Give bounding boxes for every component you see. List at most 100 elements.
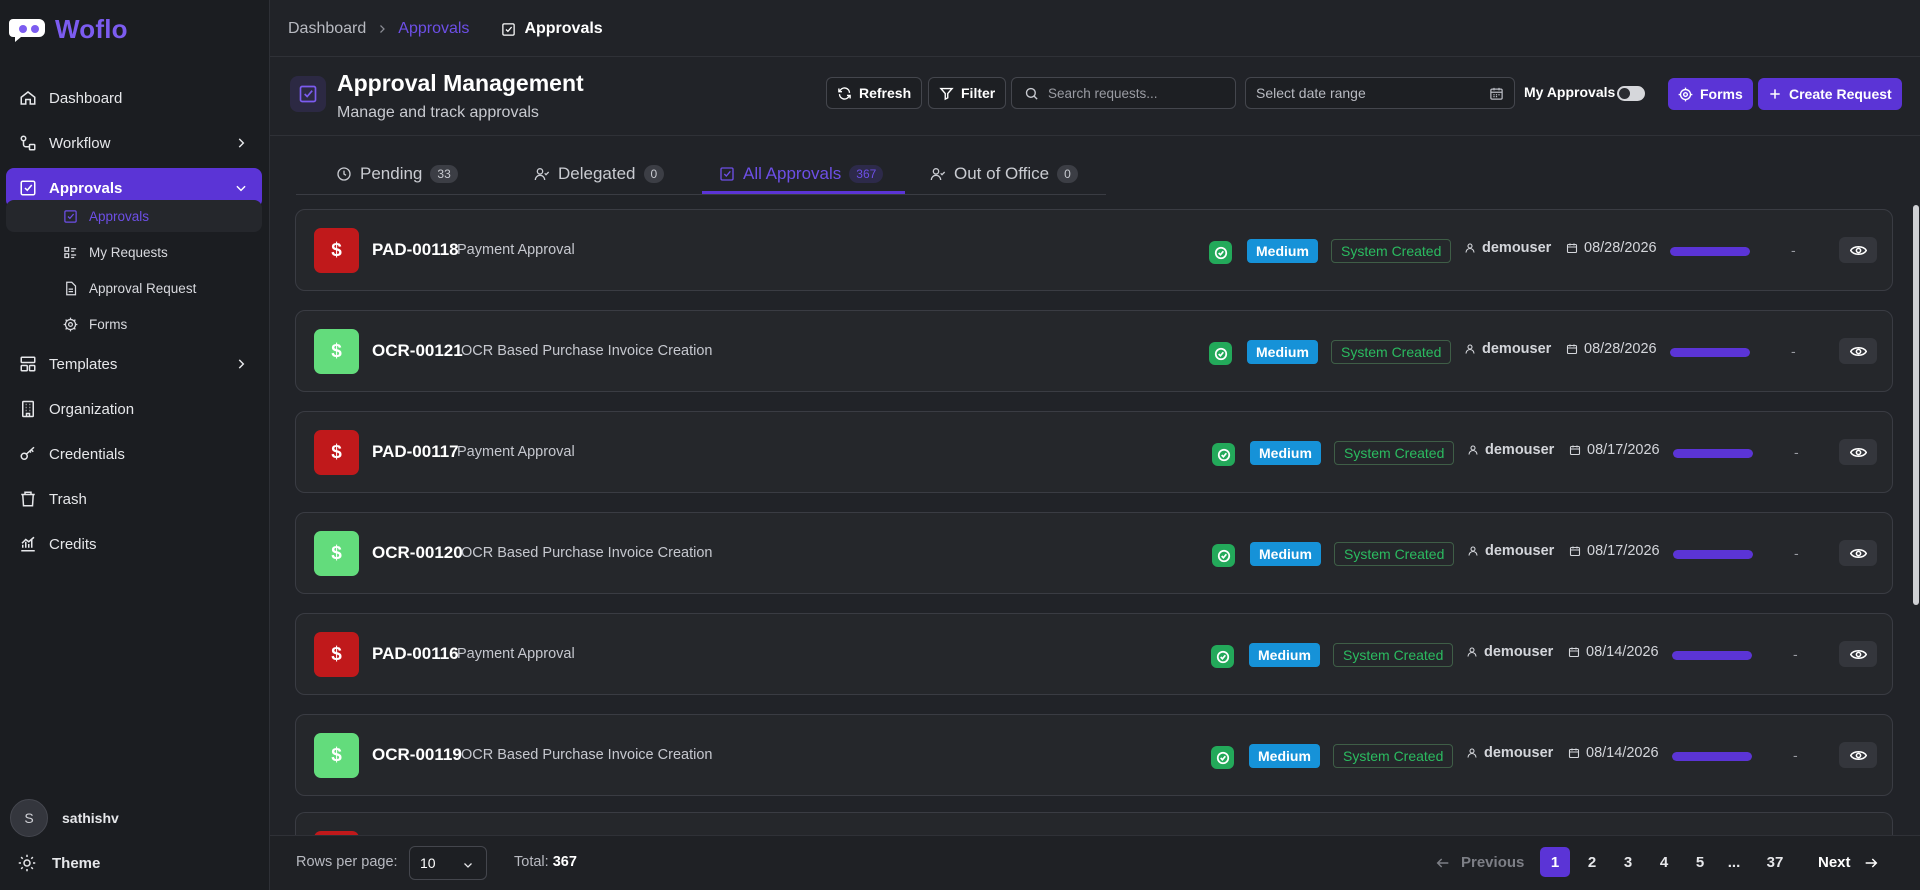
key-icon	[20, 446, 35, 460]
request-date: 08/17/2026	[1569, 543, 1660, 559]
calendar-icon	[1566, 344, 1578, 355]
request-id[interactable]: OCR-00120	[372, 543, 463, 563]
page-button[interactable]: 4	[1649, 847, 1679, 877]
progress-bar	[1673, 550, 1753, 559]
filter-button[interactable]: Filter	[928, 77, 1007, 109]
sidebar-subitem-my-requests[interactable]: My Requests	[6, 236, 262, 268]
sidebar-item-trash[interactable]: Trash	[6, 479, 262, 519]
theme-toggle[interactable]: Theme	[18, 854, 100, 872]
request-card[interactable]: $ PAD-00117 Payment Approval Medium Syst…	[295, 411, 1893, 493]
breadcrumb-current: Approvals	[501, 20, 603, 38]
sidebar-item-templates[interactable]: Templates	[6, 344, 262, 384]
rows-per-page-value: 10	[420, 855, 436, 871]
eye-icon	[1849, 750, 1867, 760]
priority-badge: Medium	[1250, 542, 1321, 566]
request-id[interactable]: OCR-00119	[372, 745, 462, 765]
tab-out-of-office[interactable]: Out of Office 0	[930, 152, 1078, 195]
sidebar-subitem-label: Forms	[89, 316, 128, 332]
document-icon	[66, 281, 77, 296]
view-button[interactable]	[1839, 237, 1877, 263]
assignee-placeholder: -	[1791, 242, 1796, 258]
view-button[interactable]	[1839, 641, 1877, 667]
next-button[interactable]: Next	[1818, 854, 1879, 871]
request-name: OCR Based Purchase Invoice Creation	[461, 545, 713, 561]
user-name: sathishv	[62, 810, 119, 826]
ocr-dollar-icon: $	[314, 531, 359, 576]
progress-fill	[1673, 449, 1753, 458]
view-button[interactable]	[1839, 540, 1877, 566]
approvals-icon	[64, 210, 77, 223]
scrollbar[interactable]	[1913, 205, 1919, 605]
sidebar-item-label: Credentials	[49, 445, 125, 463]
breadcrumb-approvals[interactable]: Approvals	[398, 20, 469, 38]
sidebar-subitem-approval-request[interactable]: Approval Request	[6, 272, 262, 304]
request-card[interactable]: $ PAD-00116 Payment Approval Medium Syst…	[295, 613, 1893, 695]
assignee-placeholder: -	[1793, 646, 1798, 662]
sidebar-item-label: Credits	[49, 535, 97, 553]
source-badge: System Created	[1331, 340, 1452, 364]
tab-pending[interactable]: Pending 33	[336, 152, 458, 195]
previous-button[interactable]: Previous	[1435, 854, 1524, 871]
total-value: 367	[552, 854, 577, 870]
request-user: demouser	[1464, 240, 1551, 256]
user-profile[interactable]: S sathishv	[10, 799, 119, 837]
request-card[interactable]: $ OCR-00121 OCR Based Purchase Invoice C…	[295, 310, 1893, 392]
tab-count-badge: 33	[430, 164, 458, 183]
calendar-icon	[1490, 87, 1503, 100]
logo[interactable]: Woflo	[0, 0, 269, 58]
eye-icon	[1849, 649, 1867, 659]
user-icon	[1468, 546, 1478, 556]
request-user: demouser	[1467, 543, 1554, 559]
progress-bar	[1673, 449, 1753, 458]
page-button[interactable]: 5	[1685, 847, 1715, 877]
request-id[interactable]: OCR-00121	[372, 341, 463, 361]
sidebar-item-credentials[interactable]: Credentials	[6, 434, 262, 474]
request-id[interactable]: PAD-00118	[372, 240, 459, 260]
request-card[interactable]: $ PAD-00118 Payment Approval Medium Syst…	[295, 209, 1893, 291]
sidebar-subitem-approvals[interactable]: Approvals	[6, 200, 262, 232]
approvals-icon	[20, 180, 36, 196]
tab-label: All Approvals	[743, 163, 842, 183]
request-card[interactable]: $ OCR-00119 OCR Based Purchase Invoice C…	[295, 714, 1893, 796]
page-button[interactable]: 3	[1613, 847, 1643, 877]
assignee-placeholder: -	[1794, 444, 1799, 460]
view-button[interactable]	[1839, 439, 1877, 465]
user-icon	[1468, 445, 1478, 455]
refresh-button[interactable]: Refresh	[826, 77, 923, 109]
request-user: demouser	[1466, 644, 1553, 660]
sidebar-subitem-forms[interactable]: Forms	[6, 308, 262, 340]
view-button[interactable]	[1839, 338, 1877, 364]
sidebar-item-organization[interactable]: Organization	[6, 389, 262, 429]
forms-button[interactable]: Forms	[1668, 78, 1753, 110]
sidebar-item-workflow[interactable]: Workflow	[6, 123, 262, 163]
view-button[interactable]	[1839, 742, 1877, 768]
priority-badge: Medium	[1247, 340, 1318, 364]
rows-per-page-select[interactable]: 10	[409, 846, 487, 880]
my-approvals-toggle[interactable]	[1617, 86, 1645, 101]
tab-delegated[interactable]: Delegated 0	[534, 152, 665, 195]
date-range-picker[interactable]: Select date range	[1245, 77, 1515, 109]
chevron-right-icon	[238, 359, 245, 369]
search-input[interactable]	[1048, 85, 1218, 101]
check-icon	[1216, 751, 1229, 764]
tab-all-approvals[interactable]: All Approvals 367	[719, 152, 884, 195]
page-button[interactable]: 37	[1760, 847, 1790, 877]
progress-fill	[1672, 752, 1752, 761]
page-button[interactable]: 2	[1577, 847, 1607, 877]
sidebar-item-dashboard[interactable]: Dashboard	[6, 78, 262, 118]
request-card[interactable]: $ OCR-00120 OCR Based Purchase Invoice C…	[295, 512, 1893, 594]
search-field[interactable]	[1011, 77, 1236, 109]
progress-bar	[1670, 348, 1750, 357]
tab-count-badge: 0	[1057, 164, 1078, 183]
request-id[interactable]: PAD-00117	[372, 442, 459, 462]
breadcrumb-dashboard[interactable]: Dashboard	[288, 20, 366, 38]
tab-label: Delegated	[558, 163, 636, 183]
chevron-down-icon	[464, 863, 472, 868]
page-button[interactable]: 1	[1540, 847, 1570, 877]
divider	[270, 135, 1920, 136]
create-request-button[interactable]: Create Request	[1758, 78, 1902, 110]
sidebar-item-credits[interactable]: Credits	[6, 524, 262, 564]
request-date-value: 08/17/2026	[1587, 543, 1660, 559]
request-id[interactable]: PAD-00116	[372, 644, 459, 664]
sidebar: Woflo Dashboard Workflow Approvals Appro…	[0, 0, 270, 890]
